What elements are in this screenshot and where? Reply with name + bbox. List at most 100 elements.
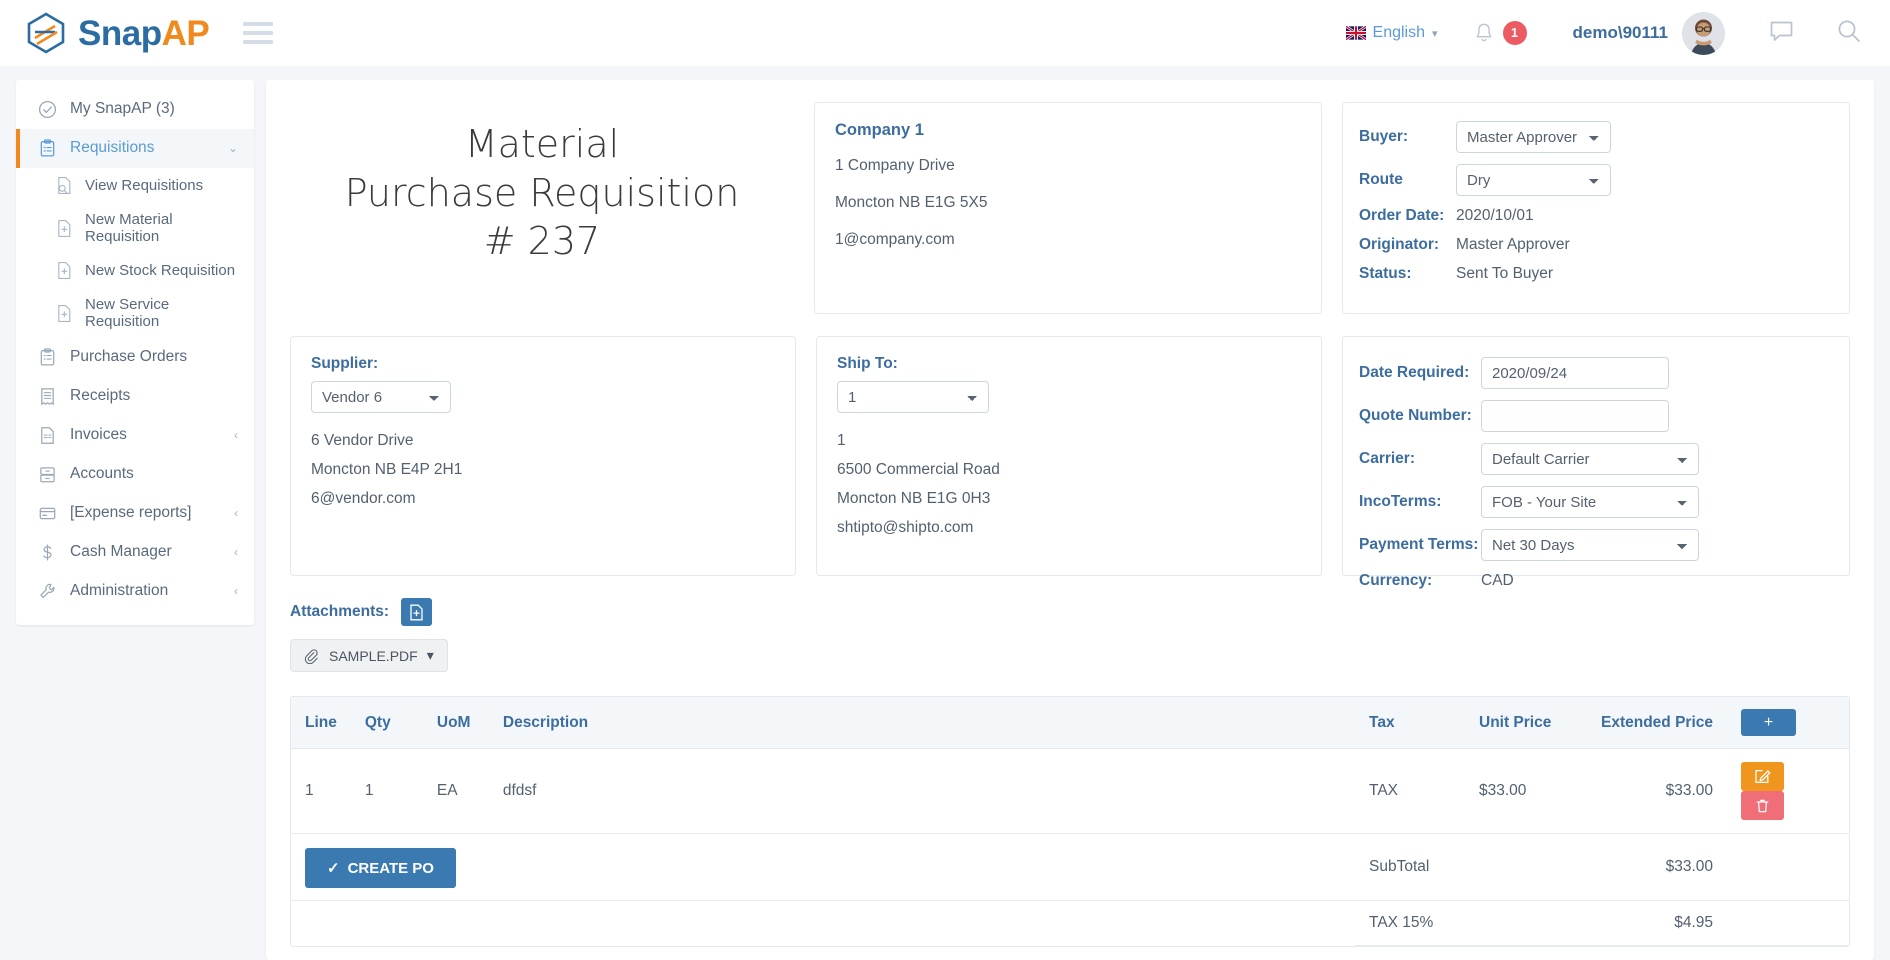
buyer-row: Buyer: Master Approver — [1359, 121, 1829, 153]
avatar[interactable] — [1682, 12, 1725, 55]
doc-plus-icon — [56, 219, 73, 238]
shipto-select[interactable]: 1 — [837, 381, 989, 413]
attachments-section: Attachments: SAMPLE.PDF ▾ — [290, 598, 1850, 672]
sidebar-item-label: My SnapAP (3) — [70, 100, 175, 119]
quote-number-input[interactable] — [1481, 400, 1669, 432]
attachment-name: SAMPLE.PDF — [329, 648, 418, 664]
username-label[interactable]: demo\90111 — [1573, 23, 1668, 43]
sidebar-item-label: Receipts — [70, 387, 130, 406]
order-date-label: Order Date: — [1359, 207, 1456, 225]
chevron-left-icon: ‹ — [234, 506, 238, 520]
doc-search-icon — [56, 176, 73, 195]
sidebar-subitem-label: New Service Requisition — [85, 296, 238, 330]
payment-terms-row: Payment Terms: Net 30 Days — [1359, 529, 1829, 561]
search-button[interactable] — [1836, 18, 1862, 49]
sidebar-item-label: [Expense reports] — [70, 504, 191, 523]
chat-icon — [1769, 19, 1794, 43]
totals-value-tax: $4.95 — [1465, 901, 1727, 946]
sidebar-item-cash-manager[interactable]: Cash Manager ‹ — [16, 533, 254, 572]
doc-plus-icon — [56, 304, 73, 323]
sidebar-item-expense-reports[interactable]: [Expense reports] ‹ — [16, 494, 254, 533]
create-po-button[interactable]: ✓ CREATE PO — [305, 848, 456, 888]
edit-icon — [1754, 768, 1771, 785]
edit-line-button[interactable] — [1741, 762, 1784, 791]
shipto-label: Ship To: — [837, 355, 1301, 373]
sidebar-item-label: Cash Manager — [70, 543, 172, 562]
sidebar-item-new-stock-requisition[interactable]: New Stock Requisition — [16, 253, 254, 288]
sidebar-item-invoices[interactable]: Invoices ‹ — [16, 416, 254, 455]
paperclip-icon — [304, 648, 320, 664]
avatar-image — [1682, 12, 1725, 55]
route-select[interactable]: Dry — [1456, 164, 1611, 196]
doc-title-line-2: Purchase Requisition — [290, 169, 794, 218]
sidebar: My SnapAP (3) Requisitions ⌄ View Requis… — [16, 80, 254, 625]
totals-label-tax: TAX 15% — [1355, 901, 1465, 946]
status-badge: Sent To Buyer — [1456, 265, 1553, 283]
doc-title-line-1: Material — [290, 120, 794, 169]
supplier-email: 6@vendor.com — [311, 490, 775, 508]
buyer-label: Buyer: — [1359, 128, 1456, 146]
sidebar-item-purchase-orders[interactable]: Purchase Orders — [16, 338, 254, 377]
notifications-button[interactable]: 1 — [1474, 21, 1527, 45]
table-row: 1 1 EA dfdsf TAX $33.00 $33.00 — [291, 749, 1849, 834]
wrench-icon — [38, 582, 57, 601]
language-label: English — [1373, 24, 1425, 42]
cell-uom: EA — [423, 749, 489, 834]
brand-snap: Snap — [78, 14, 162, 53]
attachment-chip[interactable]: SAMPLE.PDF ▾ — [290, 639, 448, 672]
clipboard-icon — [38, 139, 57, 158]
add-attachment-button[interactable] — [401, 598, 432, 626]
cell-qty: 1 — [351, 749, 423, 834]
col-header-description: Description — [489, 697, 1355, 749]
sidebar-item-new-service-requisition[interactable]: New Service Requisition — [16, 288, 254, 338]
chevron-left-icon: ‹ — [234, 584, 238, 598]
sidebar-item-requisitions[interactable]: Requisitions ⌄ — [16, 129, 254, 168]
sidebar-subitem-label: New Material Requisition — [85, 211, 238, 245]
parties-row: Supplier: Vendor 6 6 Vendor Drive Moncto… — [290, 336, 1850, 576]
buyer-select[interactable]: Master Approver — [1456, 121, 1611, 153]
app-logo[interactable]: SnapAP — [24, 11, 209, 55]
incoterms-select[interactable]: FOB - Your Site — [1481, 486, 1699, 518]
sidebar-item-my-snapap[interactable]: My SnapAP (3) — [16, 90, 254, 129]
header-actions: English ▾ 1 demo\90111 — [1346, 12, 1862, 55]
supplier-label: Supplier: — [311, 355, 775, 373]
status-label: Status: — [1359, 265, 1456, 283]
sidebar-item-label: Requisitions — [70, 139, 154, 158]
cell-extended-price: $33.00 — [1587, 749, 1727, 834]
supplier-select[interactable]: Vendor 6 — [311, 381, 451, 413]
dollar-icon — [38, 543, 57, 562]
sidebar-toggle-button[interactable] — [243, 22, 273, 44]
incoterms-row: IncoTerms: FOB - Your Site — [1359, 486, 1829, 518]
carrier-select[interactable]: Default Carrier — [1481, 443, 1699, 475]
sidebar-item-administration[interactable]: Administration ‹ — [16, 572, 254, 611]
cell-description: dfdsf — [489, 749, 1355, 834]
brand-ap: AP — [162, 14, 210, 53]
sidebar-item-receipts[interactable]: Receipts — [16, 377, 254, 416]
invoice-icon — [38, 426, 57, 445]
date-required-input[interactable] — [1481, 357, 1669, 389]
totals-label-subtotal: SubTotal — [1355, 834, 1465, 901]
create-po-label: CREATE PO — [348, 860, 434, 877]
check-circle-icon — [38, 100, 57, 119]
date-required-row: Date Required: — [1359, 357, 1829, 389]
sidebar-item-accounts[interactable]: Accounts — [16, 455, 254, 494]
hamburger-line — [243, 22, 273, 26]
top-header-bar: SnapAP English ▾ 1 demo\90111 — [0, 0, 1890, 66]
check-icon: ✓ — [327, 859, 340, 877]
receipt-icon — [38, 387, 57, 406]
payment-terms-select[interactable]: Net 30 Days — [1481, 529, 1699, 561]
sidebar-item-label: Purchase Orders — [70, 348, 187, 367]
add-line-button[interactable]: + — [1741, 709, 1796, 736]
sidebar-item-new-material-requisition[interactable]: New Material Requisition — [16, 203, 254, 253]
language-selector[interactable]: English ▾ — [1346, 24, 1438, 42]
sidebar-item-view-requisitions[interactable]: View Requisitions — [16, 168, 254, 203]
totals-value-subtotal: $33.00 — [1465, 834, 1727, 901]
hamburger-line — [243, 40, 273, 44]
col-header-line: Line — [291, 697, 351, 749]
messages-button[interactable] — [1769, 19, 1794, 48]
currency-value: CAD — [1481, 572, 1514, 590]
quote-number-row: Quote Number: — [1359, 400, 1829, 432]
supplier-panel: Supplier: Vendor 6 6 Vendor Drive Moncto… — [290, 336, 796, 576]
delete-line-button[interactable] — [1741, 791, 1784, 820]
sidebar-subitem-label: View Requisitions — [85, 177, 203, 194]
